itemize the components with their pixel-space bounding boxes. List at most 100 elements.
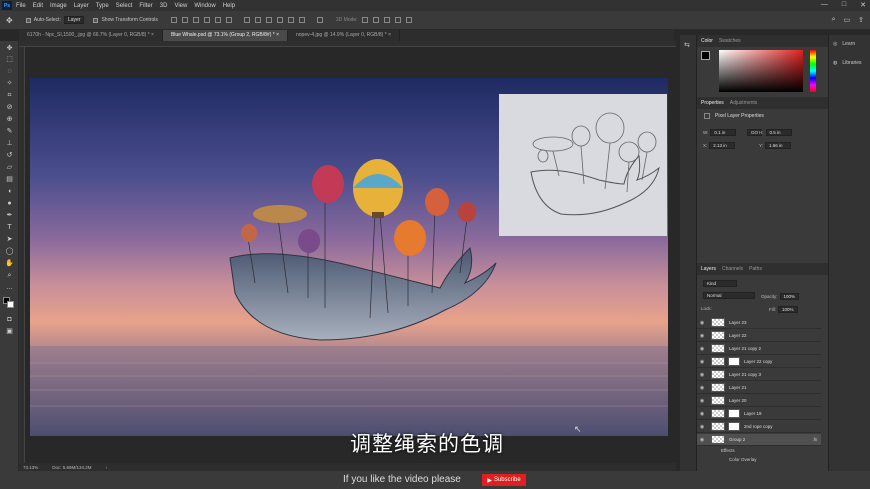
auto-select-checkbox[interactable] (25, 17, 31, 23)
layer-row[interactable]: ◉ Layer 23 (697, 317, 821, 329)
history-panel-icon[interactable]: ⇆ (684, 41, 690, 49)
path-selection-tool-icon[interactable]: ➤ (5, 236, 14, 243)
blur-tool-icon[interactable]: ◖ (5, 188, 14, 195)
auto-select-dropdown[interactable]: Layer (63, 16, 85, 24)
tab-layers[interactable]: Layers (701, 266, 716, 272)
pen-tool-icon[interactable]: ✒ (5, 212, 14, 219)
menu-edit[interactable]: Edit (33, 3, 43, 9)
menu-window[interactable]: Window (194, 3, 215, 9)
marquee-tool-icon[interactable]: ⬚ (5, 56, 14, 63)
hue-slider[interactable] (810, 50, 816, 92)
visibility-eye-icon[interactable]: ◉ (697, 437, 707, 443)
align-vcenter-icon[interactable] (181, 17, 188, 23)
layer-mask-thumbnail[interactable] (728, 357, 740, 366)
distribute-hcenter-icon[interactable] (287, 17, 294, 23)
auto-align-icon[interactable] (316, 17, 323, 23)
menu-file[interactable]: File (16, 3, 26, 9)
menu-help[interactable]: Help (223, 3, 235, 9)
visibility-eye-icon[interactable]: ◉ (697, 424, 707, 430)
more-tools-icon[interactable]: … (5, 284, 14, 291)
eyedropper-tool-icon[interactable]: ⊘ (5, 104, 14, 111)
align-left-icon[interactable] (203, 17, 210, 23)
minimize-button[interactable]: — (821, 1, 828, 9)
y-field[interactable]: 1.66 in (765, 142, 792, 149)
color-overlay-row[interactable]: Color Overlay (697, 457, 821, 466)
layer-row[interactable]: ◉ Layer 21 copy 2 (697, 343, 821, 355)
close-button[interactable]: ✕ (860, 1, 866, 9)
menu-type[interactable]: Type (96, 3, 109, 9)
screen-mode-icon[interactable]: ▣ (5, 328, 14, 335)
layer-row-selected[interactable]: ◉ Group 2 fx (697, 434, 821, 446)
3d-drag-icon[interactable] (383, 17, 390, 23)
layer-mask-thumbnail[interactable] (728, 409, 740, 418)
3d-rotate-icon[interactable] (361, 17, 368, 23)
stamp-tool-icon[interactable]: ⊥ (5, 140, 14, 147)
layer-row[interactable]: ◉ Layer 20 (697, 395, 821, 407)
workspace-icon[interactable]: ▭ (844, 16, 851, 24)
quick-mask-icon[interactable]: ◘ (5, 316, 14, 323)
search-icon[interactable]: ⌕ (832, 16, 836, 24)
tab-adjustments[interactable]: Adjustments (730, 100, 758, 106)
blend-mode-dropdown[interactable]: Normal (703, 292, 755, 299)
menu-filter[interactable]: Filter (139, 3, 152, 9)
fill-field[interactable]: 100% (778, 306, 798, 313)
tab-document-3[interactable]: nopev-4.jpg @ 14.9% (Layer 0, RGB/8) * × (288, 30, 400, 41)
width-field[interactable]: 0.1 in (710, 129, 737, 136)
zoom-level[interactable]: 73.13% (23, 465, 38, 470)
menu-view[interactable]: View (174, 3, 187, 9)
gradient-tool-icon[interactable]: ▤ (5, 176, 14, 183)
magic-wand-tool-icon[interactable]: ✧ (5, 80, 14, 87)
crop-tool-icon[interactable]: ⌗ (5, 92, 14, 99)
distribute-right-icon[interactable] (298, 17, 305, 23)
visibility-eye-icon[interactable]: ◉ (697, 320, 707, 326)
subscribe-button[interactable]: ▶ Subscribe (482, 474, 526, 486)
3d-scale-icon[interactable] (405, 17, 412, 23)
maximize-button[interactable]: □ (842, 1, 846, 9)
3d-slide-icon[interactable] (394, 17, 401, 23)
align-right-icon[interactable] (225, 17, 232, 23)
fx-badge[interactable]: fx (813, 437, 817, 442)
height-field[interactable]: 0.5 in (765, 129, 792, 136)
tab-document-2[interactable]: Blue Whale.psd @ 73.1% (Group 2, RGB/8#)… (162, 30, 288, 41)
layer-row[interactable]: ◉ Layer 21 copy 3 (697, 369, 821, 381)
eraser-tool-icon[interactable]: ▱ (5, 164, 14, 171)
status-menu-arrow[interactable]: › (106, 465, 108, 470)
layer-row[interactable]: ◉ Layer 21 (697, 382, 821, 394)
tab-document-1[interactable]: 6170h - Npc_SI,1500_.jpg @ 66.7% (Layer … (19, 30, 163, 41)
effects-row[interactable]: Effects (697, 448, 821, 457)
move-tool-icon[interactable]: ✥ (6, 16, 13, 25)
menu-image[interactable]: Image (50, 3, 67, 9)
layer-row[interactable]: ◉ 2nd rope copy (697, 421, 821, 433)
menu-layer[interactable]: Layer (74, 3, 89, 9)
lasso-tool-icon[interactable]: ◌ (5, 68, 14, 75)
distribute-bottom-icon[interactable] (265, 17, 272, 23)
distribute-top-icon[interactable] (243, 17, 250, 23)
type-tool-icon[interactable]: T (5, 224, 14, 231)
menu-3d[interactable]: 3D (160, 3, 168, 9)
distribute-left-icon[interactable] (276, 17, 283, 23)
visibility-eye-icon[interactable]: ◉ (697, 346, 707, 352)
healing-tool-icon[interactable]: ⊕ (5, 116, 14, 123)
visibility-eye-icon[interactable]: ◉ (697, 398, 707, 404)
visibility-eye-icon[interactable]: ◉ (697, 333, 707, 339)
align-bottom-icon[interactable] (192, 17, 199, 23)
shape-tool-icon[interactable]: ◯ (5, 248, 14, 255)
opacity-field[interactable]: 100% (779, 293, 800, 300)
tab-color[interactable]: Color (701, 38, 713, 44)
layer-row[interactable]: ◉ Layer 22 (697, 330, 821, 342)
tab-channels[interactable]: Channels (722, 266, 743, 272)
tab-swatches[interactable]: Swatches (719, 38, 741, 44)
hand-tool-icon[interactable]: ✋ (5, 260, 14, 267)
foreground-color-chip[interactable] (701, 51, 710, 60)
libraries-button[interactable]: ◍ Libraries (833, 60, 862, 66)
zoom-tool-icon[interactable]: ⌕ (5, 272, 14, 279)
dodge-tool-icon[interactable]: ● (5, 200, 14, 207)
visibility-eye-icon[interactable]: ◉ (697, 372, 707, 378)
3d-roll-icon[interactable] (372, 17, 379, 23)
distribute-vcenter-icon[interactable] (254, 17, 261, 23)
tab-properties[interactable]: Properties (701, 100, 724, 106)
move-tool-icon[interactable]: ✥ (5, 45, 14, 52)
visibility-eye-icon[interactable]: ◉ (697, 359, 707, 365)
visibility-eye-icon[interactable]: ◉ (697, 385, 707, 391)
history-brush-tool-icon[interactable]: ↺ (5, 152, 14, 159)
